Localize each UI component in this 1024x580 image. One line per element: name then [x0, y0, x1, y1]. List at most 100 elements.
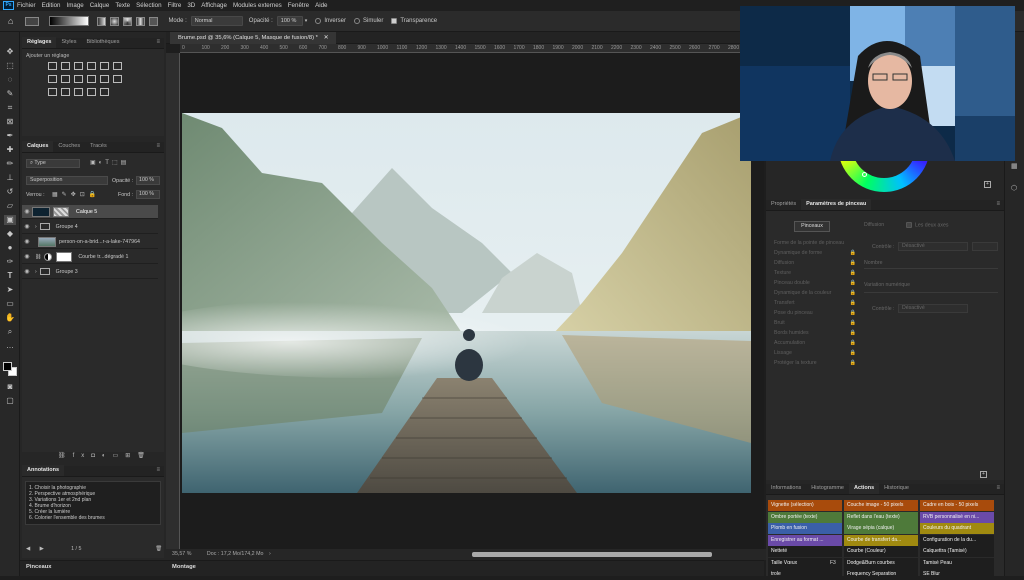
- brush-option[interactable]: Diffusion 🔒: [774, 260, 856, 266]
- channel-mixer-icon[interactable]: [100, 75, 109, 83]
- hue-saturation-icon[interactable]: [48, 75, 57, 83]
- mode-select[interactable]: Normal: [190, 16, 243, 26]
- brightness-icon[interactable]: [48, 62, 57, 70]
- quick-mask-icon[interactable]: ◙: [4, 382, 16, 392]
- gradient-radial-icon[interactable]: [110, 16, 120, 26]
- action-button[interactable]: Netteté: [768, 546, 842, 557]
- trash-icon[interactable]: 🗑: [155, 546, 162, 552]
- layer-row[interactable]: ◉ › Groupe 3: [22, 265, 158, 279]
- new-group-icon[interactable]: ▭: [113, 453, 126, 459]
- fill-input[interactable]: 100 %: [136, 190, 160, 199]
- frame-icon[interactable]: ⊠: [4, 117, 16, 127]
- menu-affichage[interactable]: Affichage: [201, 2, 227, 9]
- selective-color-icon[interactable]: [100, 88, 109, 96]
- menu-edition[interactable]: Edition: [42, 2, 61, 9]
- panel-menu-icon[interactable]: ≡: [156, 141, 160, 152]
- action-button[interactable]: Couche image - 50 pixels: [844, 500, 918, 511]
- action-button[interactable]: Plomb en fusion: [768, 523, 842, 534]
- action-button[interactable]: Dodge&Burn courbes: [844, 557, 918, 569]
- posterize-icon[interactable]: [61, 88, 70, 96]
- action-button[interactable]: Enregistrer au format ...: [768, 534, 842, 546]
- action-button[interactable]: RVB personnalisé en ni...: [920, 511, 994, 523]
- gradient-map-icon[interactable]: [87, 88, 96, 96]
- menu-aide[interactable]: Aide: [315, 2, 327, 9]
- menu-image[interactable]: Image: [67, 2, 84, 9]
- history-brush-icon[interactable]: ↺: [4, 187, 16, 197]
- foreground-color-swatch[interactable]: [3, 362, 12, 371]
- screen-mode-icon[interactable]: ▢: [4, 396, 16, 406]
- action-button[interactable]: SE Blur: [920, 569, 994, 580]
- color-lookup-icon[interactable]: [113, 75, 122, 83]
- brush-option[interactable]: Texture 🔒: [774, 270, 856, 276]
- next-icon[interactable]: ▶: [40, 546, 44, 552]
- crop-icon[interactable]: ⌗: [4, 103, 16, 113]
- eye-icon[interactable]: ◉: [22, 208, 32, 215]
- close-icon[interactable]: ✕: [324, 35, 329, 41]
- photo-filter-icon[interactable]: [87, 75, 96, 83]
- brush-option[interactable]: Pinceau double 🔒: [774, 280, 856, 286]
- exposure-icon[interactable]: [87, 62, 96, 70]
- control2-select[interactable]: Désactivé: [898, 304, 968, 313]
- tab-montage[interactable]: Montage: [172, 564, 196, 570]
- type-icon[interactable]: T: [4, 271, 16, 281]
- new-layer-icon[interactable]: ⊞: [125, 453, 137, 459]
- eye-icon[interactable]: ◉: [22, 238, 32, 245]
- fx-icon[interactable]: fx: [73, 453, 92, 459]
- brush-option[interactable]: Pose du pinceau 🔒: [774, 310, 856, 316]
- hand-icon[interactable]: ✋: [4, 313, 16, 323]
- brush-option[interactable]: Protéger la texture 🔒: [774, 360, 856, 366]
- move-icon[interactable]: ✥: [4, 47, 16, 57]
- both-axes-checkbox[interactable]: Les deux axes: [906, 222, 948, 228]
- lock-icon[interactable]: 🔒: [850, 280, 856, 286]
- action-button[interactable]: Calquettra (Tamisé): [920, 546, 994, 557]
- panel-menu-icon[interactable]: ≡: [996, 199, 1000, 210]
- vibrance-icon[interactable]: [100, 62, 109, 70]
- tab-informations[interactable]: Informations: [766, 483, 806, 494]
- action-button[interactable]: Frequency Separation: [844, 569, 918, 580]
- tab-actions[interactable]: Actions: [848, 483, 880, 494]
- variation-slider[interactable]: [864, 292, 998, 293]
- add-swatch-icon[interactable]: +: [984, 181, 991, 188]
- brush-icon[interactable]: ✏: [4, 159, 16, 169]
- lock-icon[interactable]: 🔒: [850, 250, 856, 256]
- lock-icon[interactable]: 🔒: [850, 270, 856, 276]
- eye-icon[interactable]: ◉: [22, 253, 32, 260]
- tab-calques[interactable]: Calques: [22, 141, 54, 152]
- annotation-text[interactable]: 1. Choisir la photographie 2. Perspectiv…: [25, 481, 161, 525]
- quick-select-icon[interactable]: ✎: [4, 89, 16, 99]
- color-balance-icon[interactable]: [61, 75, 70, 83]
- tab-histogramme[interactable]: Histogramme: [806, 483, 849, 494]
- lock-icon[interactable]: 🔒: [850, 350, 856, 356]
- brush-option[interactable]: Bords humides 🔒: [774, 330, 856, 336]
- brush-option[interactable]: Dynamique de forme 🔒: [774, 250, 856, 256]
- tab-historique[interactable]: Historique: [879, 483, 914, 494]
- prev-icon[interactable]: ◀: [26, 546, 30, 552]
- document-tab[interactable]: Brume.psd @ 35,6% (Calque 5, Masque de f…: [170, 32, 337, 44]
- menu-fenetre[interactable]: Fenêtre: [288, 2, 309, 9]
- dodge-icon[interactable]: ●: [4, 243, 16, 253]
- simulate-checkbox[interactable]: [354, 18, 360, 24]
- gradient-reflected-icon[interactable]: [136, 16, 146, 26]
- more-tools-icon[interactable]: …: [4, 341, 16, 351]
- lock-icon[interactable]: 🔒: [850, 290, 856, 296]
- link-layers-icon[interactable]: ⛓: [58, 453, 73, 459]
- layer-name[interactable]: person-on-a-brid...r-a-lake-747964: [59, 239, 140, 245]
- layer-filter-icons[interactable]: ▣◐T⬚▤: [90, 159, 129, 166]
- brush-option[interactable]: Accumulation 🔒: [774, 340, 856, 346]
- lock-icon[interactable]: 🔒: [850, 360, 856, 366]
- tab-reglages[interactable]: Réglages: [22, 37, 57, 48]
- tab-pinceaux[interactable]: Pinceaux: [26, 564, 51, 570]
- gradient-diamond-icon[interactable]: [149, 16, 159, 26]
- tab-traces[interactable]: Tracés: [85, 141, 112, 152]
- layer-name[interactable]: Calque 5: [76, 209, 97, 215]
- action-button[interactable]: Tamisé Peau: [920, 557, 994, 569]
- layer-filter-select[interactable]: ⌕ Type: [26, 159, 80, 168]
- panel-menu-icon[interactable]: ≡: [156, 465, 160, 476]
- transparency-checkbox[interactable]: [391, 18, 398, 24]
- vector-triangle-icon[interactable]: [113, 62, 122, 70]
- layer-name[interactable]: Courbe tr...dégradé 1: [78, 254, 128, 260]
- marquee-icon[interactable]: ⬚: [4, 61, 16, 71]
- action-button[interactable]: Courbe (Couleur): [844, 546, 918, 557]
- healing-icon[interactable]: ✚: [4, 145, 16, 155]
- new-brush-icon[interactable]: +: [980, 471, 987, 478]
